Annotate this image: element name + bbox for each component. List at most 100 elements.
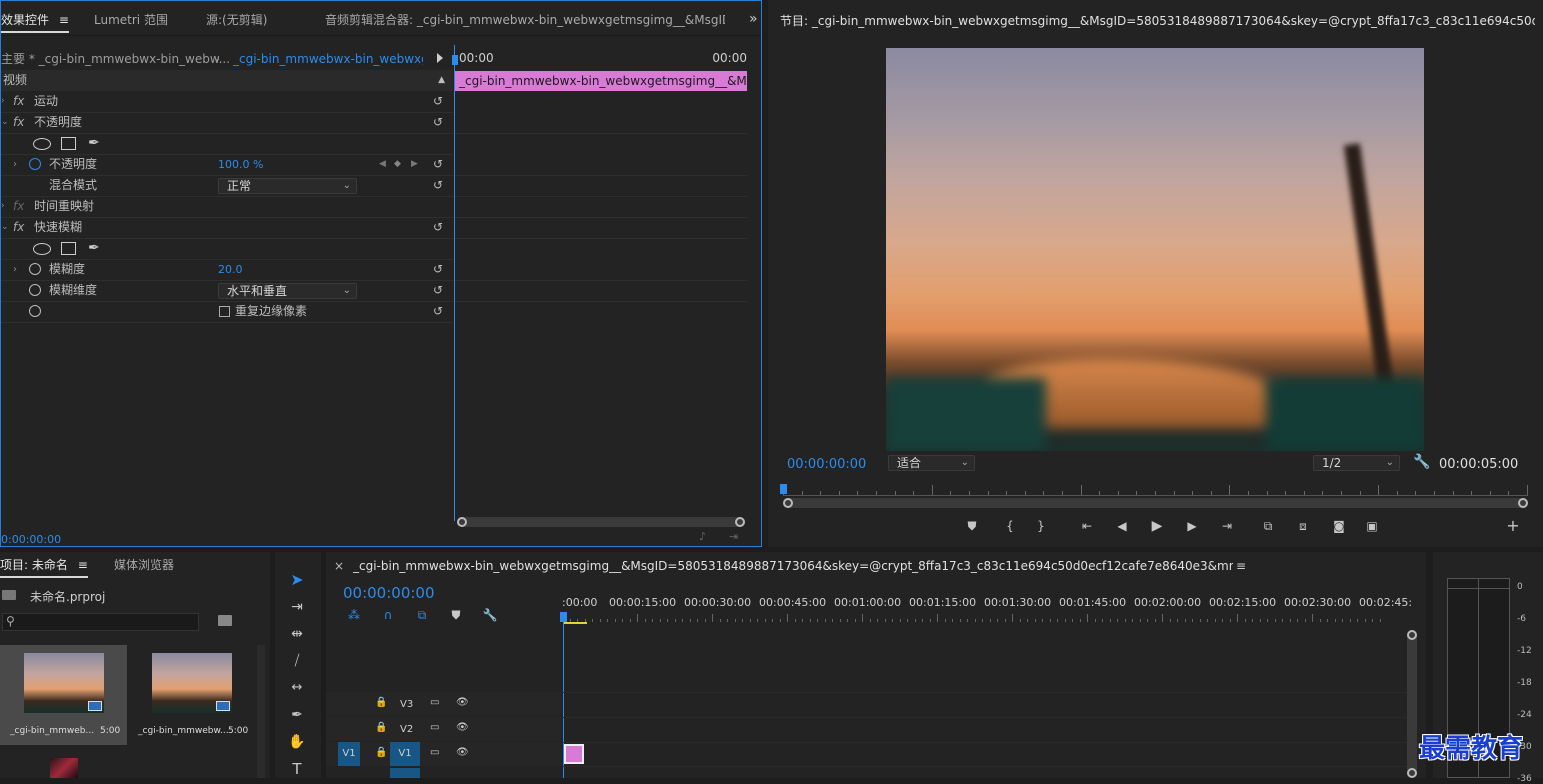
effect-motion[interactable]: › fx 运动 ↺ <box>1 91 453 112</box>
rectangle-mask-icon[interactable] <box>61 242 76 255</box>
tab-audio-clip-mixer[interactable]: 音频剪辑混合器: _cgi-bin_mmwebwx-bin_webwxgetms… <box>325 1 725 35</box>
linked-selection-icon[interactable]: ⧉ <box>414 607 430 623</box>
lock-icon[interactable]: 🔒 <box>375 747 387 758</box>
chevron-right-icon[interactable]: › <box>1 91 5 112</box>
sync-lock-icon[interactable]: ▭ <box>430 747 439 758</box>
reset-icon[interactable]: ↺ <box>433 221 445 233</box>
track-header-v2[interactable]: 🔒 V2 ▭ 👁 <box>326 717 562 741</box>
project-item[interactable]: _cgi-bin_mmwebw... 5:00 <box>128 645 255 745</box>
settings-wrench-icon[interactable]: 🔧 <box>482 607 498 623</box>
fit-dropdown[interactable]: 适合 ⌄ <box>888 455 975 471</box>
stopwatch-icon[interactable] <box>29 263 41 275</box>
scroll-handle-top[interactable] <box>1407 630 1417 640</box>
reset-icon[interactable]: ↺ <box>433 95 445 107</box>
sync-lock-icon[interactable]: ▭ <box>430 697 439 708</box>
effect-time-remap[interactable]: › fx 时间重映射 <box>1 196 453 217</box>
timeline-ruler[interactable]: :00:00 00:00:15:00 00:00:30:00 00:00:45:00 0… <box>562 592 1412 624</box>
repeat-edge-checkbox[interactable] <box>219 306 230 317</box>
mark-in-icon[interactable]: { <box>1003 518 1017 534</box>
marker-icon[interactable]: ⛊ <box>965 518 979 534</box>
step-back-icon[interactable]: ◀ <box>1113 518 1131 534</box>
tab-lumetri-scopes[interactable]: Lumetri 范围 <box>94 1 168 35</box>
audio-icon[interactable]: ♪ <box>699 530 706 543</box>
add-marker-icon[interactable]: ⛊ <box>448 607 464 623</box>
pen-mask-icon[interactable]: ✒ <box>88 133 100 154</box>
track-select-tool-icon[interactable]: ⇥ <box>287 599 307 615</box>
ellipse-mask-icon[interactable] <box>33 138 51 150</box>
blur-dimensions-dropdown[interactable]: 水平和垂直 ⌄ <box>218 283 357 299</box>
compare-icon[interactable]: ▣ <box>1363 518 1381 534</box>
scroll-handle-bottom[interactable] <box>1407 768 1417 778</box>
playhead-marker[interactable] <box>560 612 567 622</box>
program-ruler[interactable] <box>783 482 1528 496</box>
hand-tool-icon[interactable]: ✋ <box>287 734 307 750</box>
play-icon[interactable]: ▶ <box>1148 518 1166 534</box>
selection-tool-icon[interactable]: ➤ <box>287 572 307 588</box>
pen-tool-icon[interactable]: ✒ <box>287 707 307 723</box>
insert-icon[interactable]: ⧉ <box>1258 518 1278 534</box>
overflow-icon[interactable]: » <box>749 11 758 27</box>
source-dropdown[interactable]: 主要 * _cgi-bin_mmwebwx-bin_webw... ⌄ <box>1 49 229 69</box>
program-timecode[interactable]: 00:00:00:00 <box>787 457 866 472</box>
overwrite-icon[interactable]: ⧈ <box>1293 518 1313 534</box>
collapse-icon[interactable]: ▲ <box>438 70 445 91</box>
step-forward-icon[interactable]: ▶ <box>1183 518 1201 534</box>
search-input[interactable]: ⚲ <box>2 613 199 631</box>
clip-v1[interactable] <box>564 744 584 764</box>
effect-controls-timecode[interactable]: 0:00:00:00 <box>1 533 61 546</box>
scroll-handle-right[interactable] <box>1518 498 1528 508</box>
track-header-v1[interactable]: V1 🔒 V1 ▭ 👁 <box>326 742 562 766</box>
stopwatch-icon[interactable] <box>29 284 41 296</box>
sync-lock-icon[interactable]: ▭ <box>430 722 439 733</box>
go-to-out-icon[interactable]: ⇥ <box>1218 518 1236 534</box>
fx-badge[interactable]: fx <box>13 112 24 133</box>
snap-icon[interactable]: ∩ <box>380 607 396 623</box>
tab-effect-controls[interactable]: 效果控件 ≡ <box>1 1 69 33</box>
scroll-handle-left[interactable] <box>457 517 467 527</box>
program-scrollbar[interactable] <box>783 498 1528 508</box>
chevron-right-icon[interactable]: › <box>13 154 17 175</box>
play-icon[interactable] <box>437 53 443 63</box>
type-tool-icon[interactable]: T <box>287 761 307 777</box>
playhead-marker[interactable] <box>780 484 787 494</box>
export-frame-icon[interactable]: ◙ <box>1330 518 1348 534</box>
chevron-down-icon[interactable]: ⌄ <box>1 112 9 133</box>
mini-timeline[interactable]: 00:00 00:00 _cgi-bin_mmwebwx-bin_webwxge… <box>452 45 747 521</box>
panel-menu-icon[interactable]: ≡ <box>59 13 69 27</box>
tab-media-browser[interactable]: 媒体浏览器 <box>114 552 174 578</box>
prev-keyframe-icon[interactable]: ◀ <box>379 154 386 175</box>
stopwatch-icon[interactable] <box>29 158 41 170</box>
reset-icon[interactable]: ↺ <box>433 305 445 317</box>
panel-menu-icon[interactable]: ≡ <box>1236 559 1246 573</box>
project-item[interactable]: _cgi-bin_mmweb... 5:00 <box>0 645 127 745</box>
timeline-timecode[interactable]: 00:00:00:00 <box>343 584 435 602</box>
panel-menu-icon[interactable]: ≡ <box>78 558 88 572</box>
nest-icon[interactable]: ⁂ <box>346 607 362 623</box>
clip-bar[interactable]: _cgi-bin_mmwebwx-bin_webwxgetmsgimg__&Ms… <box>455 71 747 91</box>
reset-icon[interactable]: ↺ <box>433 263 445 275</box>
fx-badge[interactable]: fx <box>13 217 24 238</box>
sequence-tab[interactable]: _cgi-bin_mmwebwx-bin_webwxgetmsgimg__&Ms… <box>353 559 1233 573</box>
stopwatch-icon[interactable] <box>29 305 41 317</box>
video-preview[interactable] <box>886 48 1424 451</box>
chevron-right-icon[interactable]: › <box>13 259 17 280</box>
export-icon[interactable]: ⇥ <box>729 530 738 543</box>
resolution-dropdown[interactable]: 1/2 ⌄ <box>1313 455 1400 471</box>
mark-out-icon[interactable]: } <box>1034 518 1048 534</box>
blurriness-value[interactable]: 20.0 <box>218 259 243 280</box>
work-area-bar[interactable] <box>563 622 587 624</box>
rectangle-mask-icon[interactable] <box>61 137 76 150</box>
effect-opacity[interactable]: ⌄ fx 不透明度 ↺ <box>1 112 453 133</box>
chevron-down-icon[interactable]: ⌄ <box>1 217 9 238</box>
ellipse-mask-icon[interactable] <box>33 243 51 255</box>
fx-badge[interactable]: fx <box>13 196 24 217</box>
add-keyframe-icon[interactable]: ◆ <box>394 154 401 175</box>
fx-badge[interactable]: fx <box>13 91 24 112</box>
eye-icon[interactable]: 👁 <box>456 722 469 733</box>
reset-icon[interactable]: ↺ <box>433 158 445 170</box>
project-scrollbar[interactable] <box>257 645 265 778</box>
wrench-icon[interactable]: 🔧 <box>1413 454 1430 470</box>
reset-icon[interactable]: ↺ <box>433 179 445 191</box>
clip-name-link[interactable]: _cgi-bin_mmwebwx-bin_webwxget... <box>233 49 423 69</box>
eye-icon[interactable]: 👁 <box>456 697 469 708</box>
